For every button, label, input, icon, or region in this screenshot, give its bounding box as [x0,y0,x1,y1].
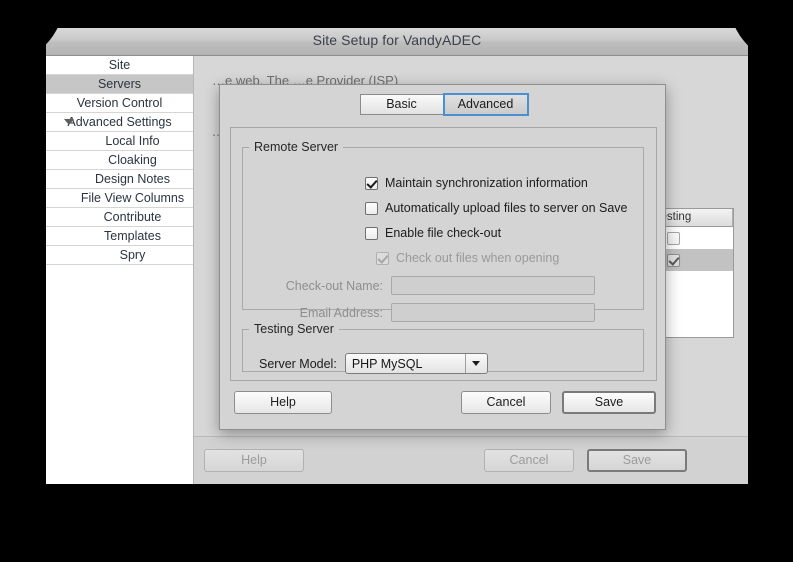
checkbox-label: Automatically upload files to server on … [385,201,628,215]
sidebar-item-templates[interactable]: Templates [46,227,193,246]
chevron-down-icon [464,354,487,373]
sidebar-item-contribute[interactable]: Contribute [46,208,193,227]
checkbox-label: Maintain synchronization information [385,176,588,190]
checkbox-icon[interactable] [365,176,378,190]
window-title: Site Setup for VandyADEC [312,32,482,48]
sidebar-item-label: File View Columns [80,191,185,205]
dialog-help-button[interactable]: Help [234,391,332,414]
sidebar-item-spry[interactable]: Spry [46,246,193,265]
frame-bottom [0,484,793,562]
field-row-check-out-name: Check-out Name: [265,276,595,295]
dialog-save-button[interactable]: Save [562,391,656,414]
disclosure-triangle-icon[interactable] [64,119,74,125]
sidebar-item-label: Version Control [76,96,163,110]
checkbox-icon[interactable] [667,253,680,267]
testing-server-group: Testing Server Server Model: PHP MySQL [242,322,644,374]
app-window: Site Setup for VandyADEC Site Servers Vers… [46,28,748,484]
sidebar-item-label: Templates [104,229,161,243]
remote-server-group: Remote Server Maintain synchronization i… [242,140,644,322]
sidebar-item-label: Servers [97,77,142,91]
server-model-row: Server Model: PHP MySQL [259,353,488,374]
window-titlebar: Site Setup for VandyADEC [46,28,748,56]
sidebar-item-label: Site [108,58,131,72]
tab-basic[interactable]: Basic [359,94,444,115]
frame-top [0,0,793,28]
sidebar-item-label: Design Notes [94,172,171,186]
sidebar-item-label: Spry [119,248,146,262]
checkbox-icon [376,251,389,265]
frame-right [748,0,793,562]
field-row-email-address: Email Address: [265,303,595,322]
background-save-button[interactable]: Save [587,449,687,472]
server-model-label: Server Model: [259,356,337,371]
checkbox-label: Check out files when opening [396,251,560,265]
checkbox-check-out-files-when-opening: Check out files when opening [376,251,559,265]
checkbox-maintain-synchronization-information[interactable]: Maintain synchronization information [365,176,588,190]
input-check-out-name[interactable] [391,276,595,295]
sidebar-item-label: Cloaking [108,153,157,167]
sidebar-item-version-control[interactable]: Version Control [46,94,193,113]
tab-advanced[interactable]: Advanced [442,93,529,116]
checkbox-icon[interactable] [365,226,378,240]
screenshot-canvas: Site Setup for VandyADEC Site Servers Vers… [0,0,793,562]
checkbox-icon[interactable] [667,231,680,245]
background-cancel-button[interactable]: Cancel [484,449,574,472]
testing-server-legend: Testing Server [254,322,334,336]
dialog-panel: Remote Server Maintain synchronization i… [230,127,657,381]
sidebar-item-label: Advanced Settings [67,115,172,129]
checkbox-enable-file-check-out[interactable]: Enable file check-out [365,226,501,240]
sidebar-item-site[interactable]: Site [46,56,193,75]
sidebar-item-label: Local Info [105,134,160,148]
checkbox-label: Enable file check-out [385,226,502,240]
checkbox-automatically-upload-files-to-server-on-save[interactable]: Automatically upload files to server on … [365,201,628,215]
sidebar-item-design-notes[interactable]: Design Notes [46,170,193,189]
sidebar-item-label: Contribute [103,210,162,224]
sidebar-item-cloaking[interactable]: Cloaking [46,151,193,170]
remote-server-legend: Remote Server [254,140,339,154]
sidebar-item-local-info[interactable]: Local Info [46,132,193,151]
sidebar-item-servers[interactable]: Servers [46,75,193,94]
field-label-email-address: Email Address: [299,305,383,320]
checkbox-icon[interactable] [365,201,378,215]
server-model-select[interactable]: PHP MySQL [344,353,488,374]
sidebar[interactable]: Site Servers Version Control Advanced Setti… [46,56,194,484]
frame-left [0,0,46,562]
dialog-button-bar: Help Cancel Save [220,391,667,417]
dialog-cancel-button[interactable]: Cancel [461,391,551,414]
field-label-check-out-name: Check-out Name: [285,278,383,293]
advanced-settings-dialog: Basic Advanced Remote Server Maintain syn… [219,84,666,430]
dialog-tab-bar[interactable]: Basic Advanced [220,93,667,116]
sidebar-item-advanced-settings[interactable]: Advanced Settings [46,113,193,132]
sidebar-item-file-view-columns[interactable]: File View Columns [46,189,193,208]
input-email-address[interactable] [391,303,595,322]
background-button-bar: Help Cancel Save [194,436,748,484]
background-help-button[interactable]: Help [204,449,304,472]
server-model-value: PHP MySQL [351,356,423,371]
